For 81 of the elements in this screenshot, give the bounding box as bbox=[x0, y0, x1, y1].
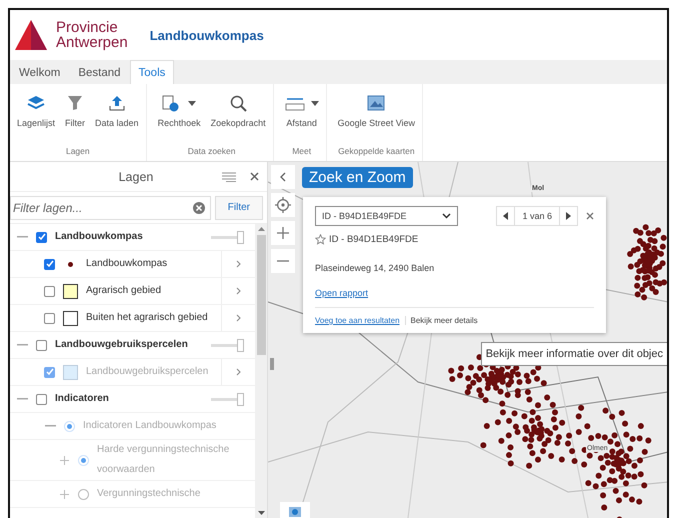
search-badge[interactable]: Zoek en Zoom bbox=[302, 167, 413, 188]
tooltip: Bekijk meer informatie over dit objec bbox=[480, 342, 667, 366]
minus-icon bbox=[277, 260, 289, 262]
chevron-left-icon bbox=[280, 172, 286, 182]
ribbon-tool-button[interactable]: Zoekopdracht bbox=[208, 92, 269, 130]
scroll-up-icon[interactable] bbox=[258, 227, 264, 231]
checkbox[interactable] bbox=[44, 258, 55, 270]
layer-name: Landbouwgebruikspercelen bbox=[55, 338, 189, 352]
popup-title: ID - B94D1EB49FDE bbox=[329, 234, 418, 245]
radio-button[interactable] bbox=[78, 488, 89, 500]
address-text: Plaseindeweg 14, 2490 Balen bbox=[315, 263, 436, 273]
feature-select[interactable]: ID - B94D1EB49FDE bbox=[315, 206, 458, 226]
ribbon-tool-button[interactable]: Google Street View bbox=[334, 92, 418, 130]
triangle-right-icon bbox=[566, 212, 571, 220]
layer-name: Vergunningstechnische bbox=[97, 487, 202, 501]
checkbox[interactable] bbox=[44, 286, 55, 296]
layer-name: Indicatoren Landbouwkompas bbox=[83, 419, 218, 433]
star-icon[interactable] bbox=[315, 234, 326, 245]
chevron-right-icon[interactable] bbox=[236, 368, 241, 376]
logo-icon bbox=[14, 18, 48, 52]
details-link[interactable]: Bekijk meer details bbox=[404, 316, 478, 325]
slider-thumb[interactable] bbox=[237, 230, 244, 244]
scrollbar[interactable] bbox=[255, 224, 267, 518]
ribbon-tool-button[interactable]: Rechthoek bbox=[154, 92, 204, 130]
collapse-panel-button[interactable] bbox=[271, 165, 295, 189]
filter-icon bbox=[67, 95, 84, 111]
chevron-right-icon[interactable] bbox=[236, 287, 241, 295]
add-to-results-link[interactable]: Voeg toe aan resultaten bbox=[315, 316, 400, 325]
chevron-right-icon[interactable] bbox=[236, 260, 241, 268]
panel-title: Lagen bbox=[118, 170, 154, 184]
layer-name: Harde vergunningstechnische voorwaarden bbox=[97, 443, 230, 477]
close-button[interactable] bbox=[586, 212, 594, 220]
zoom-out-button[interactable] bbox=[271, 249, 295, 273]
layer-name: Buiten het agrarisch gebied bbox=[86, 311, 209, 325]
radio-button[interactable] bbox=[78, 454, 89, 466]
slider-thumb[interactable] bbox=[237, 392, 244, 406]
close-icon[interactable] bbox=[250, 172, 259, 181]
ribbon-tab[interactable]: Welkom bbox=[10, 60, 70, 84]
layer-name: Landbouwkompas bbox=[55, 230, 144, 244]
slider-thumb[interactable] bbox=[237, 338, 244, 352]
ribbon-group-label: Data zoeken bbox=[186, 146, 236, 158]
report-link[interactable]: Open rapport bbox=[315, 288, 368, 298]
triangle-left-icon bbox=[503, 212, 508, 220]
layer-name: Landbouwgebruikspercelen bbox=[86, 365, 210, 379]
plus-icon bbox=[277, 227, 289, 239]
locate-button[interactable] bbox=[271, 193, 295, 217]
expand-icon[interactable] bbox=[60, 456, 68, 464]
app-title: Landbouwkompas bbox=[150, 28, 264, 42]
checkbox[interactable] bbox=[36, 394, 47, 404]
organization-name: Provincie Antwerpen bbox=[56, 20, 128, 50]
ribbon-group-label: Lagen bbox=[64, 146, 91, 158]
layer-name: Landbouwkompas bbox=[86, 257, 168, 271]
menu-icon[interactable] bbox=[222, 172, 236, 182]
radio-button[interactable] bbox=[64, 420, 75, 432]
close-icon bbox=[586, 212, 594, 220]
crosshair-icon bbox=[275, 197, 291, 213]
upload-icon bbox=[108, 95, 126, 111]
chevron-right-icon[interactable] bbox=[236, 314, 241, 322]
ribbon-tool-button[interactable]: Filter bbox=[62, 92, 88, 130]
zoom-in-button[interactable] bbox=[271, 221, 295, 245]
filter-field[interactable]: Filter lagen... bbox=[10, 196, 211, 220]
chevron-down-icon bbox=[442, 213, 452, 219]
ribbon-group-label: Gekoppelde kaarten bbox=[337, 146, 416, 158]
checkbox[interactable] bbox=[36, 232, 47, 242]
street-view-button[interactable] bbox=[280, 502, 310, 518]
layers-icon bbox=[27, 95, 46, 111]
ribbon-tool-button[interactable]: Lagenlijst bbox=[14, 92, 58, 130]
filter-button[interactable]: Filter bbox=[214, 196, 263, 220]
clear-icon[interactable] bbox=[192, 202, 205, 214]
scroll-down-icon[interactable] bbox=[258, 511, 264, 515]
pager-text: 1 van 6 bbox=[514, 207, 560, 225]
checkbox[interactable] bbox=[44, 312, 55, 324]
ribbon-tool-button[interactable]: Data laden bbox=[92, 92, 142, 130]
layer-name: Agrarisch gebied bbox=[86, 284, 162, 298]
ribbon-group-label: Meet bbox=[291, 146, 312, 158]
ribbon-tab[interactable]: Bestand bbox=[69, 60, 130, 84]
ribbon-tool-button[interactable]: Afstand bbox=[282, 92, 322, 130]
ribbon-tab[interactable]: Tools bbox=[130, 60, 174, 84]
expand-icon[interactable] bbox=[60, 490, 68, 498]
checkbox[interactable] bbox=[36, 340, 47, 350]
layer-name: Indicatoren bbox=[55, 392, 110, 406]
